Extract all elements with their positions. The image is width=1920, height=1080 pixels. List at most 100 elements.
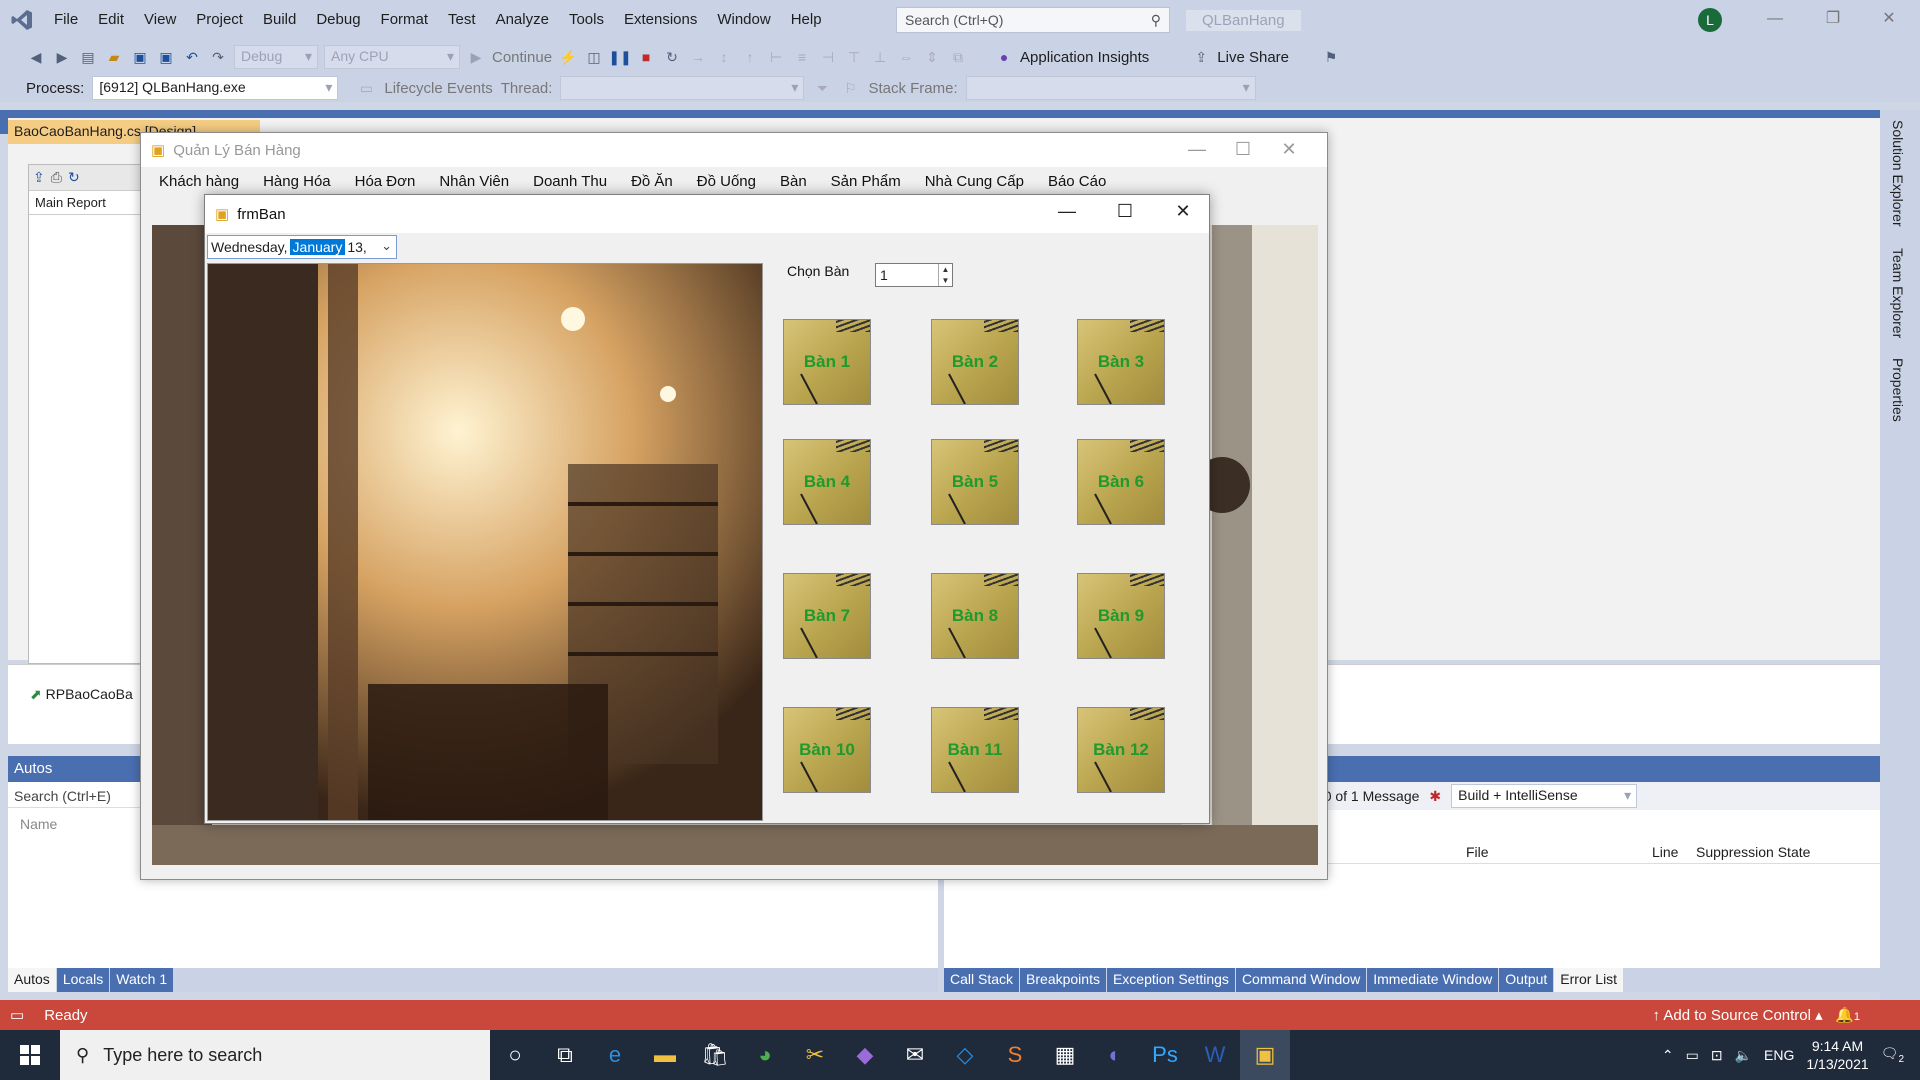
app-menu-item[interactable]: Báo Cáo bbox=[1036, 173, 1118, 190]
app-close-icon[interactable]: ✕ bbox=[1267, 139, 1311, 161]
minimize-icon[interactable]: — bbox=[1764, 8, 1786, 30]
chon-ban-numeric-input[interactable]: 1 ▲ ▼ bbox=[875, 263, 953, 287]
redo-icon[interactable]: ↷ bbox=[208, 47, 228, 67]
word-icon[interactable]: W bbox=[1190, 1030, 1240, 1080]
date-picker[interactable]: Wednesday, January 13, ⌄ bbox=[207, 235, 397, 259]
table-button-4[interactable]: Bàn 4 bbox=[783, 439, 871, 525]
column-file[interactable]: File bbox=[1466, 844, 1489, 860]
debug-tab[interactable]: Immediate Window bbox=[1367, 968, 1499, 992]
debug-tab[interactable]: Output bbox=[1499, 968, 1554, 992]
column-suppression-state[interactable]: Suppression State bbox=[1696, 844, 1810, 860]
open-file-icon[interactable]: ▰ bbox=[104, 47, 124, 67]
windows-start-icon[interactable] bbox=[0, 1030, 60, 1080]
frmban-minimize-icon[interactable]: — bbox=[1047, 201, 1087, 227]
table-button-7[interactable]: Bàn 7 bbox=[783, 573, 871, 659]
add-to-source-control-button[interactable]: ↑ Add to Source Control ▴ 🔔1 bbox=[1653, 1006, 1860, 1024]
snipping-tool-icon[interactable]: ✂ bbox=[790, 1030, 840, 1080]
thread-dropdown[interactable] bbox=[560, 76, 805, 100]
table-button-9[interactable]: Bàn 9 bbox=[1077, 573, 1165, 659]
table-button-8[interactable]: Bàn 8 bbox=[931, 573, 1019, 659]
vs-search-box[interactable]: Search (Ctrl+Q) ⚲ bbox=[896, 7, 1170, 33]
table-button-2[interactable]: Bàn 2 bbox=[931, 319, 1019, 405]
spacing-icon[interactable]: ⇕ bbox=[922, 47, 942, 67]
screenshot-icon[interactable]: ◫ bbox=[584, 47, 604, 67]
stack-frame-dropdown[interactable] bbox=[965, 76, 1256, 100]
taskbar-search-box[interactable]: ⚲ Type here to search bbox=[60, 1030, 490, 1080]
configuration-dropdown[interactable]: Debug bbox=[234, 45, 318, 69]
team-explorer-tab[interactable]: Team Explorer bbox=[1890, 248, 1906, 338]
navigate-back-icon[interactable]: ◀ bbox=[26, 47, 46, 67]
pause-icon[interactable]: ❚❚ bbox=[608, 47, 631, 67]
app-maximize-icon[interactable]: ☐ bbox=[1221, 139, 1265, 161]
table-button-3[interactable]: Bàn 3 bbox=[1077, 319, 1165, 405]
task-view-icon[interactable]: ⧉ bbox=[540, 1030, 590, 1080]
undo-icon[interactable]: ↶ bbox=[182, 47, 202, 67]
edge-browser-icon[interactable]: e bbox=[590, 1030, 640, 1080]
date-month-selected[interactable]: January bbox=[289, 239, 346, 255]
action-center-icon[interactable]: 🗨2 bbox=[1881, 1045, 1904, 1065]
photoshop-icon[interactable]: Ps bbox=[1140, 1030, 1190, 1080]
menu-edit[interactable]: Edit bbox=[88, 0, 134, 40]
navigate-forward-icon[interactable]: ▶ bbox=[52, 47, 72, 67]
eclipse-icon[interactable]: ◐ bbox=[1090, 1030, 1140, 1080]
debug-tab[interactable]: Command Window bbox=[1235, 968, 1367, 992]
qlbanhang-app-taskbar-icon[interactable]: ▣ bbox=[1240, 1030, 1290, 1080]
spin-buttons[interactable]: ▲ ▼ bbox=[938, 264, 952, 286]
stop-icon[interactable]: ■ bbox=[636, 47, 656, 67]
cortana-icon[interactable]: ○ bbox=[490, 1030, 540, 1080]
menu-extensions[interactable]: Extensions bbox=[614, 0, 707, 40]
lifecycle-events-icon[interactable]: ▭ bbox=[356, 78, 376, 98]
frmban-close-icon[interactable]: ✕ bbox=[1163, 201, 1203, 227]
continue-play-icon[interactable]: ▶ bbox=[466, 47, 486, 67]
tab-locals[interactable]: Locals bbox=[56, 968, 110, 992]
volume-icon[interactable]: 🔈 bbox=[1735, 1047, 1752, 1064]
export-icon[interactable]: ⇪ bbox=[33, 169, 45, 186]
network-icon[interactable]: ⊡ bbox=[1711, 1047, 1723, 1064]
mail-icon[interactable]: ✉ bbox=[890, 1030, 940, 1080]
visual-studio-taskbar-icon[interactable]: ◆ bbox=[840, 1030, 890, 1080]
app-menu-item[interactable]: Nhà Cung Cấp bbox=[913, 173, 1036, 190]
tab-watch-1[interactable]: Watch 1 bbox=[110, 968, 174, 992]
step-out-icon[interactable]: ↑ bbox=[740, 47, 760, 67]
table-button-10[interactable]: Bàn 10 bbox=[783, 707, 871, 793]
step-over-icon[interactable]: ↕ bbox=[714, 47, 734, 67]
process-dropdown[interactable]: [6912] QLBanHang.exe bbox=[92, 76, 339, 100]
restart-icon[interactable]: ↻ bbox=[662, 47, 682, 67]
debug-tab[interactable]: Error List bbox=[1554, 968, 1624, 992]
app-menu-item[interactable]: Khách hàng bbox=[147, 173, 251, 190]
app-menu-item[interactable]: Hóa Đơn bbox=[343, 173, 428, 190]
menu-tools[interactable]: Tools bbox=[559, 0, 614, 40]
app-menu-item[interactable]: Nhân Viên bbox=[427, 173, 521, 190]
app-menu-item[interactable]: Đồ Uống bbox=[685, 173, 768, 190]
frmban-maximize-icon[interactable]: ☐ bbox=[1105, 201, 1145, 227]
solution-explorer-tab[interactable]: Solution Explorer bbox=[1890, 120, 1906, 227]
save-icon[interactable]: ▣ bbox=[130, 47, 150, 67]
app-menu-item[interactable]: Đồ Ăn bbox=[619, 173, 685, 190]
live-share-button[interactable]: Live Share bbox=[1217, 49, 1289, 66]
user-avatar[interactable]: L bbox=[1698, 8, 1722, 32]
debug-tab[interactable]: Call Stack bbox=[944, 968, 1020, 992]
align-center-icon[interactable]: ≡ bbox=[792, 47, 812, 67]
show-hidden-icons-icon[interactable]: ⌃ bbox=[1662, 1047, 1674, 1064]
menu-file[interactable]: File bbox=[44, 0, 88, 40]
menu-window[interactable]: Window bbox=[707, 0, 780, 40]
report-main-tab[interactable]: Main Report bbox=[29, 191, 147, 215]
clear-filter-icon[interactable]: ✱ bbox=[1429, 788, 1441, 805]
menu-view[interactable]: View bbox=[134, 0, 186, 40]
align-left-icon[interactable]: ⊢ bbox=[766, 47, 786, 67]
file-explorer-icon[interactable]: ▬ bbox=[640, 1030, 690, 1080]
sublime-text-icon[interactable]: S bbox=[990, 1030, 1040, 1080]
debug-tab[interactable]: Breakpoints bbox=[1020, 968, 1106, 992]
microsoft-store-icon[interactable]: 🛍 bbox=[690, 1030, 740, 1080]
menu-build[interactable]: Build bbox=[253, 0, 306, 40]
table-button-6[interactable]: Bàn 6 bbox=[1077, 439, 1165, 525]
live-share-icon[interactable]: ⇪ bbox=[1191, 47, 1211, 67]
properties-tab[interactable]: Properties bbox=[1890, 358, 1906, 422]
continue-button[interactable]: Continue bbox=[492, 49, 552, 66]
build-intellisense-dropdown[interactable]: Build + IntelliSense bbox=[1451, 784, 1638, 808]
table-button-11[interactable]: Bàn 11 bbox=[931, 707, 1019, 793]
app-minimize-icon[interactable]: — bbox=[1175, 139, 1219, 161]
vscode-icon[interactable]: ◇ bbox=[940, 1030, 990, 1080]
hot-reload-icon[interactable]: ⚡ bbox=[558, 47, 578, 67]
notifications-icon[interactable]: 🔔 bbox=[1835, 1007, 1854, 1024]
